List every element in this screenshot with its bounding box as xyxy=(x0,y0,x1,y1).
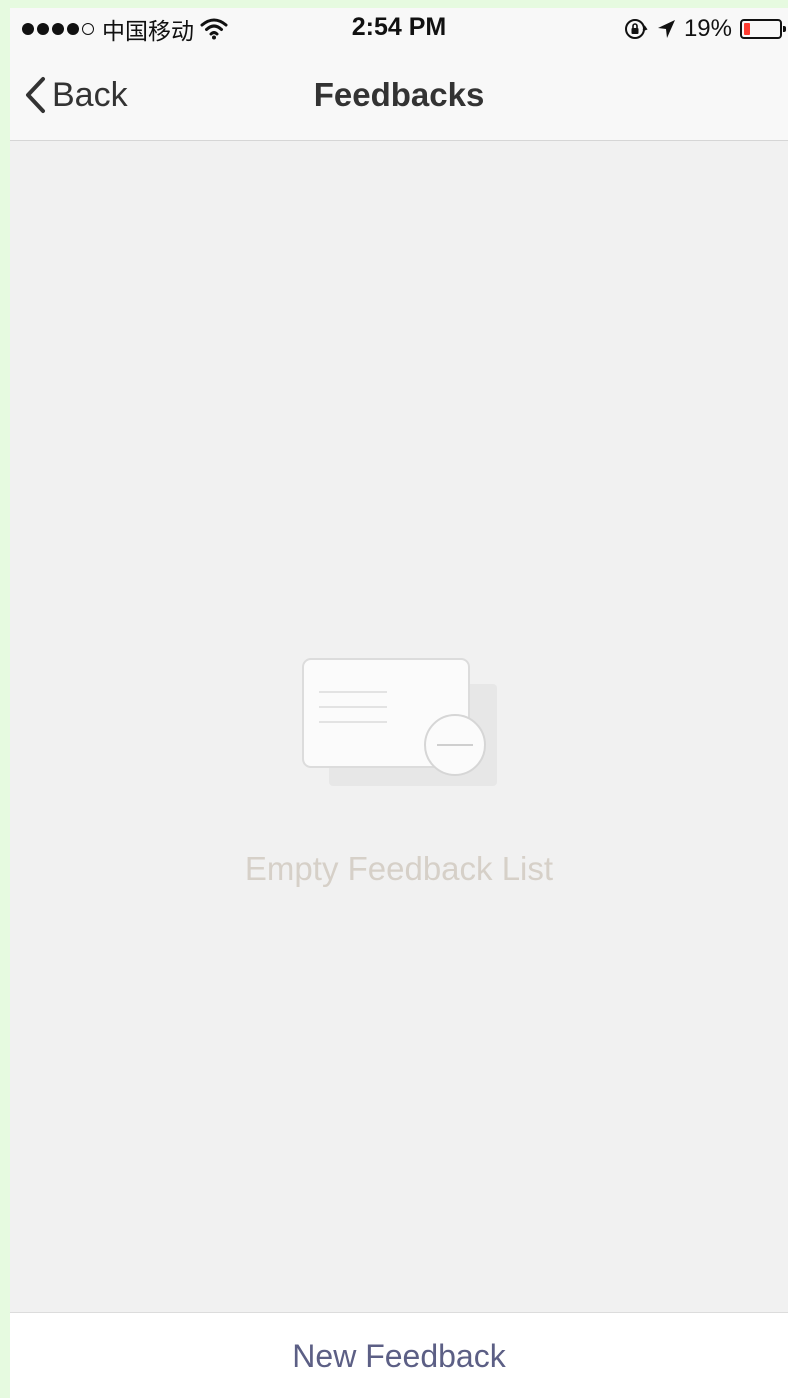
carrier-name: 中国移动 xyxy=(102,19,194,45)
battery-fill xyxy=(744,23,750,35)
new-feedback-label: New Feedback xyxy=(292,1337,506,1374)
location-arrow-icon xyxy=(657,20,675,38)
back-label: Back xyxy=(52,75,128,114)
new-feedback-button[interactable]: New Feedback xyxy=(10,1312,788,1398)
signal-dot xyxy=(67,23,79,35)
signal-dot xyxy=(82,23,94,35)
signal-dot xyxy=(22,23,34,35)
status-bar: 中国移动 2:54 PM 19% xyxy=(10,8,788,50)
app-screen: 中国移动 2:54 PM 19% Back Feedbacks Empty Fe… xyxy=(10,8,788,1398)
cellular-signal-icon xyxy=(22,23,94,35)
status-left: 中国移动 xyxy=(22,14,228,45)
signal-dot xyxy=(52,23,64,35)
navigation-bar: Back Feedbacks xyxy=(10,50,788,141)
status-right: 19% xyxy=(624,14,786,44)
chevron-left-icon xyxy=(26,77,45,113)
back-button[interactable]: Back xyxy=(24,50,128,140)
battery-icon xyxy=(740,19,786,39)
empty-feedback-card-icon xyxy=(302,658,497,786)
battery-percent: 19% xyxy=(683,15,732,42)
battery-nub xyxy=(783,26,786,32)
signal-dot xyxy=(37,23,49,35)
empty-message: Empty Feedback List xyxy=(244,850,554,887)
empty-state: Empty Feedback List xyxy=(10,648,788,888)
orientation-lock-icon xyxy=(624,19,648,39)
wifi-icon xyxy=(200,18,228,40)
